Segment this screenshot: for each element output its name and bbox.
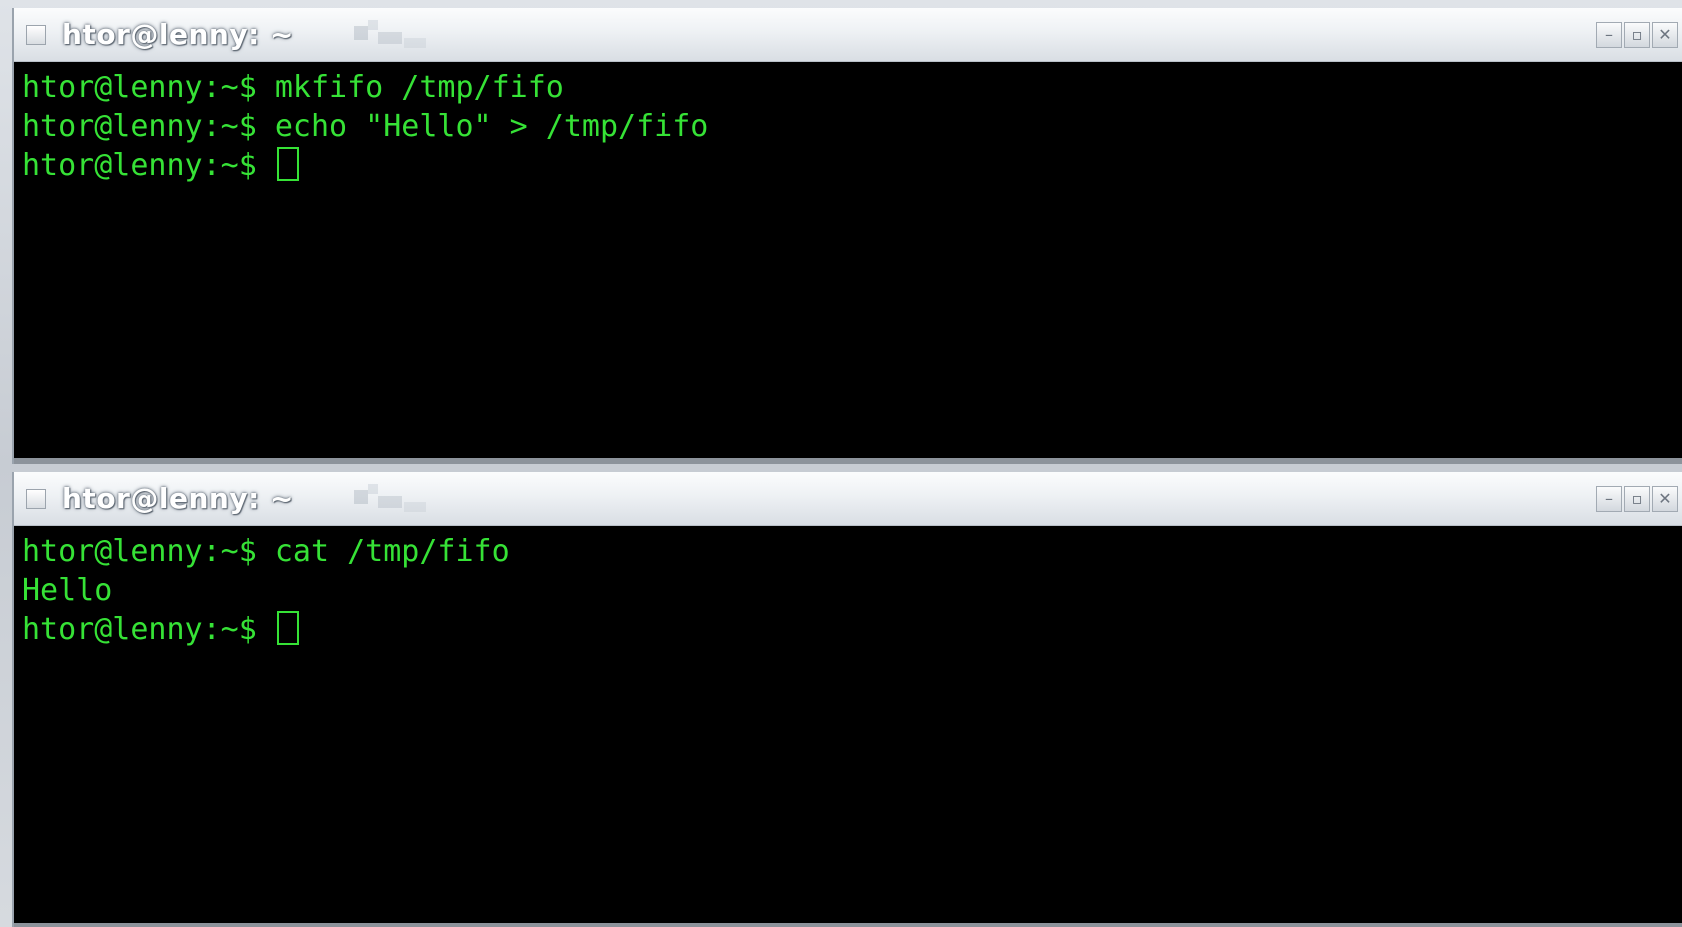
prompt-text: htor@lenny:~$ — [22, 612, 275, 647]
window-controls: – ▫ ✕ — [1596, 22, 1678, 48]
window-menu-icon[interactable] — [26, 25, 46, 45]
terminal-line: Hello — [22, 573, 113, 608]
close-icon[interactable]: ✕ — [1652, 486, 1678, 512]
window-controls: – ▫ ✕ — [1596, 486, 1678, 512]
titlebar[interactable]: htor@lenny: ~ – ▫ ✕ — [14, 472, 1682, 526]
terminal-prompt-line[interactable]: htor@lenny:~$ — [22, 610, 1682, 649]
terminal-window-bottom[interactable]: htor@lenny: ~ – ▫ ✕ htor@lenny:~$ cat /t… — [12, 472, 1682, 927]
cursor-block-icon — [276, 611, 299, 645]
maximize-icon[interactable]: ▫ — [1624, 22, 1650, 48]
window-menu-icon[interactable] — [26, 489, 46, 509]
terminal-output[interactable]: htor@lenny:~$ mkfifo /tmp/fifo htor@lenn… — [14, 62, 1682, 464]
terminal-window-top[interactable]: htor@lenny: ~ – ▫ ✕ htor@lenny:~$ mkfifo… — [12, 8, 1682, 464]
maximize-icon[interactable]: ▫ — [1624, 486, 1650, 512]
terminal-line: htor@lenny:~$ cat /tmp/fifo — [22, 534, 510, 569]
window-title: htor@lenny: ~ — [62, 482, 294, 515]
close-icon[interactable]: ✕ — [1652, 22, 1678, 48]
prompt-text: htor@lenny:~$ — [22, 148, 275, 183]
desktop: htor@lenny: ~ – ▫ ✕ htor@lenny:~$ mkfifo… — [0, 0, 1682, 927]
decorative-ghost-icon — [354, 20, 426, 48]
terminal-prompt-line[interactable]: htor@lenny:~$ — [22, 146, 1682, 185]
titlebar[interactable]: htor@lenny: ~ – ▫ ✕ — [14, 8, 1682, 62]
terminal-output[interactable]: htor@lenny:~$ cat /tmp/fifo Hello htor@l… — [14, 526, 1682, 927]
terminal-line: htor@lenny:~$ echo "Hello" > /tmp/fifo — [22, 109, 709, 144]
cursor-block-icon — [276, 147, 299, 181]
window-title: htor@lenny: ~ — [62, 18, 294, 51]
terminal-line: htor@lenny:~$ mkfifo /tmp/fifo — [22, 70, 564, 105]
minimize-icon[interactable]: – — [1596, 22, 1622, 48]
minimize-icon[interactable]: – — [1596, 486, 1622, 512]
decorative-ghost-icon — [354, 484, 426, 512]
